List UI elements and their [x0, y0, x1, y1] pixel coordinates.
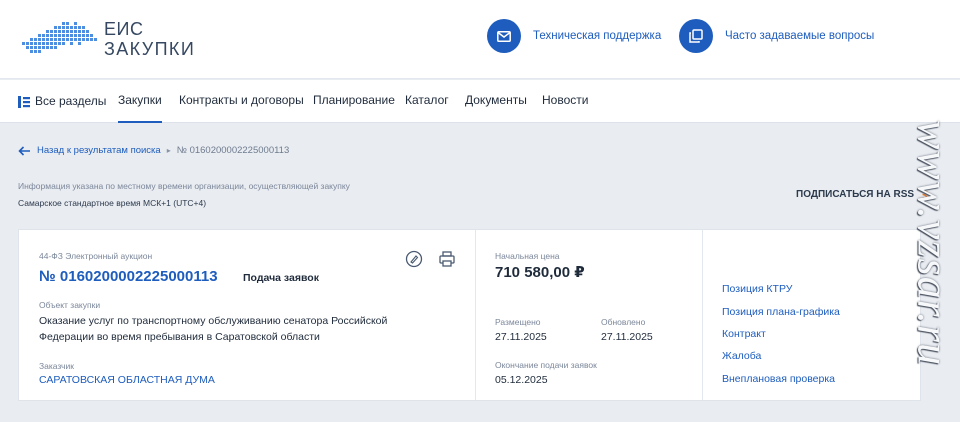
main-nav: Все разделы Закупки Контракты и договоры…	[0, 80, 960, 123]
site-header: ЕИС ЗАКУПКИ Техническая поддержка Часто …	[0, 0, 960, 79]
link-unscheduled-check[interactable]: Внеплановая проверка	[722, 373, 835, 385]
faq-label: Часто задаваемые вопросы	[725, 30, 875, 42]
object-text: Оказание услуг по транспортному обслужив…	[39, 315, 388, 343]
logo-line2: ЗАКУПКИ	[104, 39, 196, 59]
sections-grid-icon	[18, 95, 30, 108]
deadline-date: 05.12.2025	[495, 374, 548, 386]
watermark: www.vzsar.ru	[910, 78, 956, 408]
breadcrumb-separator-icon: ▸	[166, 146, 171, 155]
initial-price: 710 580,00 ₽	[495, 264, 585, 281]
logo-text: ЕИС ЗАКУПКИ	[104, 19, 195, 59]
rss-label: ПОДПИСАТЬСЯ НА RSS	[796, 189, 915, 200]
support-label: Техническая поддержка	[533, 30, 662, 42]
nav-planning[interactable]: Планирование	[313, 80, 395, 123]
breadcrumb: Назад к результатам поиска ▸ № 016020000…	[18, 145, 289, 156]
breadcrumb-current: № 0160200002225000113	[176, 145, 290, 156]
link-plan-schedule[interactable]: Позиция плана-графика	[722, 306, 840, 318]
envelope-icon	[487, 19, 521, 53]
faq-windows-icon	[679, 19, 713, 53]
print-icon[interactable]	[438, 250, 456, 268]
deadline-label: Окончание подачи заявок	[495, 360, 597, 370]
updated-date: 27.11.2025	[601, 331, 653, 343]
nav-catalog[interactable]: Каталог	[405, 80, 449, 123]
law-type: 44-ФЗ Электронный аукцион	[39, 251, 153, 261]
purchase-card: 44-ФЗ Электронный аукцион № 016020000222…	[18, 229, 921, 401]
price-label: Начальная цена	[495, 251, 560, 261]
timezone-value: Самарское стандартное время МСК+1 (UTC+4…	[18, 198, 207, 208]
nav-label: Все разделы	[35, 94, 107, 108]
arrow-left-icon[interactable]	[18, 145, 31, 156]
faq-link[interactable]: Часто задаваемые вопросы	[679, 18, 874, 54]
russia-map-icon	[22, 22, 97, 53]
back-to-results-link[interactable]: Назад к результатам поиска	[37, 145, 161, 156]
nav-documents[interactable]: Документы	[465, 80, 527, 123]
support-link[interactable]: Техническая поддержка	[487, 18, 661, 54]
logo-line1: ЕИС	[104, 19, 144, 39]
column-divider	[702, 230, 703, 400]
customer-link[interactable]: САРАТОВСКАЯ ОБЛАСТНАЯ ДУМА	[39, 374, 215, 386]
eis-logo[interactable]: ЕИС ЗАКУПКИ	[18, 17, 198, 61]
posted-date: 27.11.2025	[495, 331, 547, 343]
posted-label: Размещено	[495, 317, 541, 327]
link-contract[interactable]: Контракт	[722, 328, 766, 340]
watermark-text: www.vzsar.ru	[910, 120, 956, 366]
signature-icon[interactable]	[405, 250, 423, 268]
customer-label: Заказчик	[39, 361, 74, 371]
purchase-number-link[interactable]: № 0160200002225000113	[39, 268, 218, 285]
link-ktru[interactable]: Позиция КТРУ	[722, 283, 792, 295]
nav-purchases[interactable]: Закупки	[118, 80, 162, 123]
timezone-note: Информация указана по местному времени о…	[18, 181, 350, 191]
status-badge: Подача заявок	[243, 272, 319, 284]
nav-contracts[interactable]: Контракты и договоры	[179, 80, 304, 123]
link-complaint[interactable]: Жалоба	[722, 350, 761, 362]
object-label: Объект закупки	[39, 300, 101, 310]
nav-all-sections[interactable]: Все разделы	[18, 80, 106, 123]
updated-label: Обновлено	[601, 317, 646, 327]
nav-news[interactable]: Новости	[542, 80, 588, 123]
column-divider	[475, 230, 476, 400]
